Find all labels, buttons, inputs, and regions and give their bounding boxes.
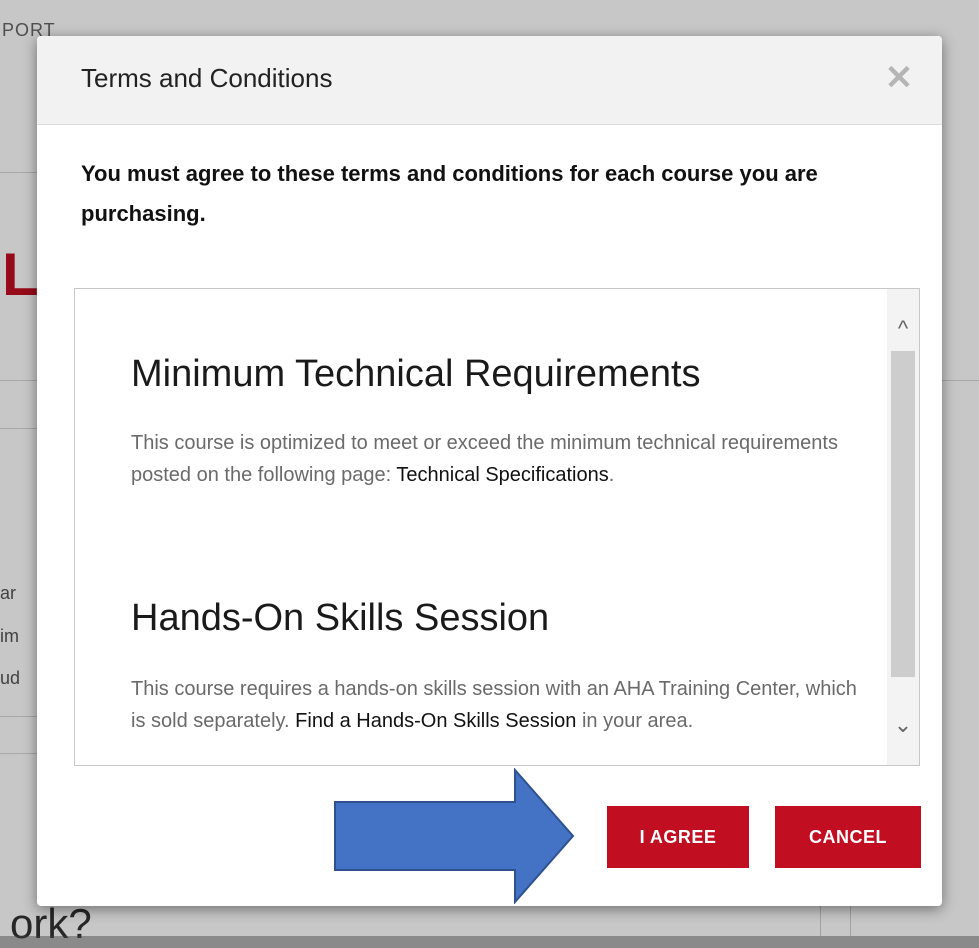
terms-scroll-box[interactable]: Minimum Technical Requirements This cour… (74, 288, 920, 766)
cancel-button[interactable]: CANCEL (775, 806, 921, 868)
section-title: Hands-On Skills Session (131, 597, 550, 639)
scrollbar-thumb[interactable] (891, 351, 915, 677)
section-body: This course is optimized to meet or exce… (131, 427, 871, 491)
terms-intro: You must agree to these terms and condit… (81, 161, 818, 226)
chevron-down-icon[interactable]: ⌄ (891, 713, 915, 737)
scrollbar[interactable]: ^ ⌄ (887, 289, 919, 765)
technical-specifications-link[interactable]: Technical Specifications (396, 464, 608, 486)
section-body-text: . (608, 464, 615, 486)
modal-title: Terms and Conditions (81, 63, 333, 93)
agree-button[interactable]: I AGREE (607, 806, 749, 868)
modal-header: Terms and Conditions ✕ (37, 36, 942, 125)
section-body-text: in your area. (576, 710, 694, 732)
close-icon[interactable]: ✕ (884, 58, 914, 98)
pointer-arrow-icon (334, 768, 575, 904)
section-title: Minimum Technical Requirements (131, 353, 701, 395)
section-body: This course requires a hands-on skills s… (131, 673, 871, 737)
chevron-up-icon[interactable]: ^ (891, 317, 915, 341)
find-skills-session-link[interactable]: Find a Hands-On Skills Session (295, 710, 576, 732)
